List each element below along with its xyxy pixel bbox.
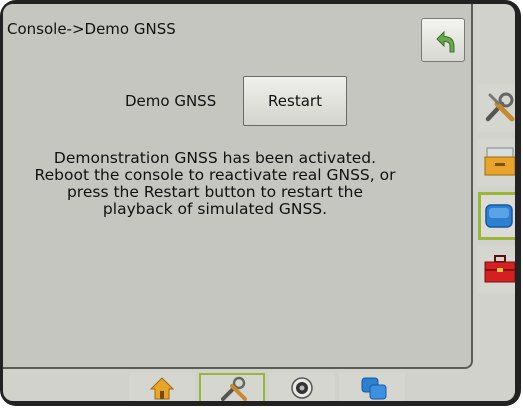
- back-arrow-icon: [436, 30, 455, 53]
- tools-icon: [485, 92, 515, 122]
- tools-icon: [221, 376, 247, 401]
- back-button[interactable]: [421, 18, 465, 62]
- device-frame: Console->Demo GNSS Demo GNSS Restart Dem…: [0, 0, 521, 406]
- console-devices-icon: [361, 377, 387, 400]
- camera-icon: [291, 377, 313, 399]
- toolbox-icon: [484, 255, 515, 283]
- breadcrumb: Console->Demo GNSS: [7, 20, 176, 38]
- side-tab-console[interactable]: [478, 192, 515, 240]
- bottom-tab-home[interactable]: [129, 373, 195, 401]
- bottom-tab-camera[interactable]: [269, 373, 335, 401]
- main-panel: Console->Demo GNSS Demo GNSS Restart Dem…: [3, 4, 473, 369]
- file-drawer-icon: [484, 147, 515, 176]
- home-icon: [150, 377, 174, 400]
- console-icon: [485, 204, 513, 228]
- screen: Console->Demo GNSS Demo GNSS Restart Dem…: [3, 4, 515, 401]
- bottom-tab-tools[interactable]: [199, 373, 265, 401]
- message-line: playback of simulated GNSS.: [102, 200, 328, 218]
- side-tab-data[interactable]: [478, 138, 515, 186]
- restart-button[interactable]: Restart: [243, 76, 347, 126]
- status-message: Demonstration GNSS has been activated. R…: [11, 150, 419, 218]
- bottom-tab-console-devices[interactable]: [339, 373, 405, 401]
- message-line: press the Restart button to restart the: [66, 183, 364, 201]
- side-tab-tools[interactable]: [478, 84, 515, 132]
- message-line: Demonstration GNSS has been activated.: [53, 149, 377, 167]
- demo-gnss-label: Demo GNSS: [125, 92, 217, 110]
- side-tab-toolbox[interactable]: [478, 246, 515, 294]
- message-line: Reboot the console to reactivate real GN…: [34, 166, 396, 184]
